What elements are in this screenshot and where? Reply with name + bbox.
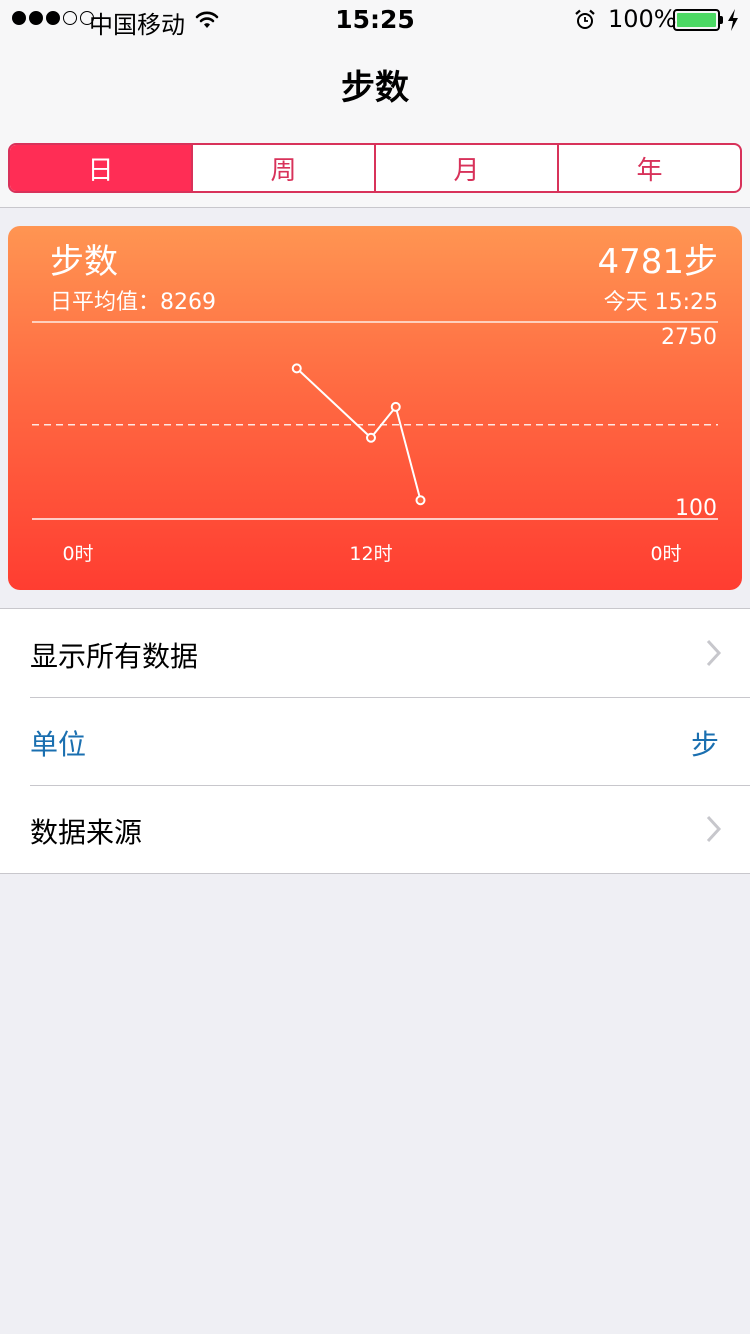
segment-month[interactable]: 月 (374, 145, 557, 191)
segment-week[interactable]: 周 (191, 145, 374, 191)
segment-year[interactable]: 年 (557, 145, 740, 191)
period-segmented-control: 日 周 月 年 (8, 143, 742, 193)
data-point (291, 363, 302, 374)
row-unit[interactable]: 单位 步 (0, 697, 750, 785)
chevron-right-icon (706, 815, 722, 847)
row-label: 单位 (30, 728, 87, 761)
y-tick-label-max: 2750 (661, 325, 717, 350)
battery-tip (720, 16, 723, 24)
charging-bolt-icon (727, 9, 739, 37)
row-value: 步 (690, 728, 719, 761)
data-point (415, 495, 426, 506)
steps-line-chart: 2750 100 0时 12时 0时 (32, 321, 718, 565)
row-data-sources[interactable]: 数据来源 (0, 785, 750, 873)
status-bar: 中国移动 15:25 100% (0, 0, 750, 40)
row-show-all-data[interactable]: 显示所有数据 (0, 609, 750, 697)
steps-series-line (296, 367, 422, 501)
data-point (366, 432, 376, 443)
row-label: 数据来源 (30, 816, 143, 849)
steps-chart-card[interactable]: 步数 4781步 日平均值：8269 今天 15:25 2750 100 0时 … (8, 226, 742, 590)
segment-day[interactable]: 日 (10, 145, 191, 191)
chevron-right-icon (706, 639, 722, 671)
page-title: 步数 (341, 68, 409, 108)
y-tick-label-min: 100 (675, 496, 717, 521)
options-list: 显示所有数据 单位 步 数据来源 (0, 608, 750, 874)
x-tick-label-start: 0时 (62, 543, 93, 565)
battery-icon (673, 9, 720, 31)
data-point (390, 401, 401, 412)
battery-percentage: 100% (608, 5, 677, 33)
x-tick-label-noon: 12时 (349, 543, 392, 565)
alarm-icon (574, 9, 596, 37)
row-label: 显示所有数据 (30, 640, 199, 673)
header-divider (0, 207, 750, 208)
x-tick-label-end: 0时 (650, 543, 681, 565)
